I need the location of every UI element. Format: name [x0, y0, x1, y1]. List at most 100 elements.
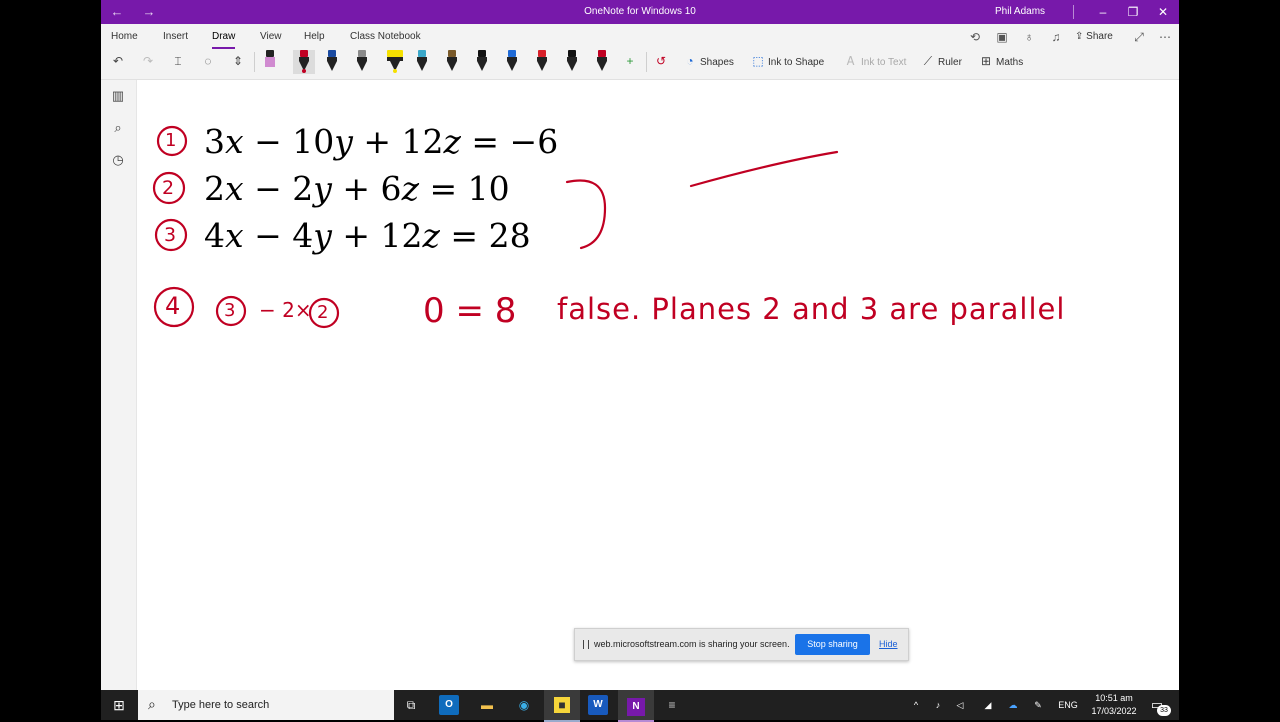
equation-1[interactable]: 3x − 10y + 12z = −6 [204, 122, 558, 162]
pen-red-2[interactable] [535, 50, 549, 74]
pen-red-3[interactable] [595, 50, 609, 74]
ink-to-text-icon: Ꭺ [846, 54, 856, 68]
operation-minus-2x: − 2× [259, 298, 312, 322]
pen-brown[interactable] [445, 50, 459, 74]
taskbar-search[interactable]: ⌕ Type here to search [138, 690, 394, 720]
ink-to-shape-icon: ⬚ [752, 54, 764, 68]
shapes-button[interactable]: ◔ Shapes [683, 50, 734, 72]
maths-icon: ⊞ [980, 54, 992, 68]
onenote-icon: N [627, 698, 645, 716]
drag-handle-icon[interactable] [583, 640, 589, 649]
conclusion-note: false. Planes 2 and 3 are parallel [557, 292, 1066, 326]
onedrive-icon[interactable]: ☁ [1005, 690, 1021, 720]
operation-eq2: 2 [317, 302, 329, 323]
sync-icon[interactable]: ⟲ [967, 29, 983, 45]
operation-eq3: 3 [224, 300, 236, 321]
database-icon[interactable]: ≡ [662, 695, 682, 715]
pen-red-selected[interactable] [293, 50, 315, 74]
close-icon[interactable]: ✕ [1148, 0, 1178, 24]
equation-3[interactable]: 4x − 4y + 12z = 28 [204, 216, 531, 256]
tab-draw[interactable]: Draw [212, 29, 236, 49]
file-explorer-icon[interactable]: ▬ [477, 695, 497, 715]
shapes-icon: ◔ [686, 54, 694, 68]
eq-number-2: 2 [162, 177, 175, 199]
lightbulb-icon[interactable]: ♁ [1021, 29, 1037, 45]
title-divider [1073, 5, 1074, 19]
page-canvas[interactable]: 1 2 3 3x − 10y + 12z = −6 2x − 2y + 6z =… [137, 80, 1179, 690]
network-icon[interactable]: ◢ [981, 690, 995, 720]
pen-black-2[interactable] [565, 50, 579, 74]
clock[interactable]: 10:51 am 17/03/2022 [1087, 690, 1141, 720]
restore-icon[interactable]: ❐ [1118, 0, 1148, 24]
search-icon[interactable]: ⌕ [110, 120, 126, 136]
maths-label: Maths [996, 57, 1024, 68]
bell-icon[interactable]: ♫ [1048, 29, 1064, 45]
tab-insert[interactable]: Insert [163, 29, 188, 45]
more-icon[interactable]: ⋯ [1157, 29, 1173, 45]
maths-button[interactable]: ⊞ Maths [979, 50, 1023, 72]
lasso-button[interactable]: ◌ [201, 50, 218, 72]
tab-help[interactable]: Help [304, 29, 325, 45]
undo-button[interactable]: ↶ [111, 50, 128, 72]
fullscreen-icon[interactable]: ⤢ [1131, 29, 1147, 45]
ink-to-shape-button[interactable]: ⬚ Ink to Shape [751, 50, 824, 72]
windows-start-icon[interactable]: ⊞ [109, 695, 129, 715]
title-bar: ← → OneNote for Windows 10 Phil Adams – … [101, 0, 1179, 24]
add-pen-button[interactable]: + [623, 50, 640, 72]
search-placeholder: Type here to search [172, 699, 270, 711]
language-indicator[interactable]: ENG [1053, 690, 1083, 720]
clock-time: 10:51 am [1095, 693, 1133, 703]
stop-sharing-button[interactable]: Stop sharing [795, 634, 870, 655]
redo-button[interactable]: ↷ [141, 50, 158, 72]
tab-class-notebook[interactable]: Class Notebook [350, 29, 421, 45]
add-space-button[interactable]: ⇕ [231, 50, 248, 72]
notification-count-badge: 33 [1157, 705, 1171, 716]
eq-number-1: 1 [165, 130, 177, 151]
notebooks-icon[interactable]: ▥ [110, 88, 126, 104]
notebook-icon[interactable]: ▣ [994, 29, 1010, 45]
microphone-icon[interactable]: ♪ [931, 690, 945, 720]
pen-grey[interactable] [355, 50, 369, 74]
type-select-icon: ⌶ [174, 54, 182, 68]
pen-blue[interactable] [325, 50, 339, 74]
share-button[interactable]: ⇪ Share [1075, 29, 1123, 45]
edge-icon[interactable]: ◉ [514, 695, 534, 715]
onenote-taskbar-button[interactable]: N [618, 690, 654, 722]
shapes-label: Shapes [700, 57, 734, 68]
ink-replay-button[interactable]: ↺ [654, 50, 671, 72]
share-icon: ⇪ [1075, 31, 1084, 42]
stray-line-ink [689, 150, 839, 188]
bracket-ink [565, 179, 607, 250]
user-name[interactable]: Phil Adams [995, 0, 1045, 24]
select-text-button[interactable]: ⌶ [171, 50, 188, 72]
ink-to-text-button[interactable]: Ꭺ Ink to Text [844, 50, 906, 72]
highlighter-yellow[interactable] [385, 50, 405, 74]
eraser-tool[interactable] [263, 50, 277, 74]
minimize-icon[interactable]: – [1088, 0, 1118, 24]
left-navigation: ▥ ⌕ ◷ [101, 80, 137, 690]
outlook-icon[interactable]: O [439, 695, 459, 715]
ink-to-text-label: Ink to Text [861, 57, 907, 68]
ruler-label: Ruler [938, 57, 962, 68]
pen-teal[interactable] [415, 50, 429, 74]
ruler-button[interactable]: ⟋ Ruler [921, 50, 962, 72]
sticky-notes-icon: ■ [554, 697, 570, 713]
screen-sharing-banner: web.microsoftstream.com is sharing your … [574, 628, 909, 661]
tab-home[interactable]: Home [111, 29, 138, 45]
recent-icon[interactable]: ◷ [110, 152, 126, 168]
pen-blue-2[interactable] [505, 50, 519, 74]
equation-2[interactable]: 2x − 2y + 6z = 10 [204, 169, 510, 209]
hide-link[interactable]: Hide [879, 629, 898, 660]
pen-workspace-icon[interactable]: ✎ [1031, 690, 1045, 720]
eq-number-3: 3 [164, 224, 177, 246]
tab-view[interactable]: View [260, 29, 282, 45]
pen-black[interactable] [475, 50, 489, 74]
sticky-notes-button[interactable]: ■ [544, 690, 580, 722]
show-hidden-icons-icon[interactable]: ^ [909, 690, 923, 720]
task-view-icon[interactable]: ⧉ [401, 695, 421, 715]
word-icon[interactable]: W [588, 695, 608, 715]
step-number-4: 4 [165, 292, 181, 320]
ribbon: Home Insert Draw View Help Class Noteboo… [101, 24, 1179, 80]
add-space-icon: ⇕ [232, 54, 244, 68]
volume-icon[interactable]: ◁ [953, 690, 967, 720]
